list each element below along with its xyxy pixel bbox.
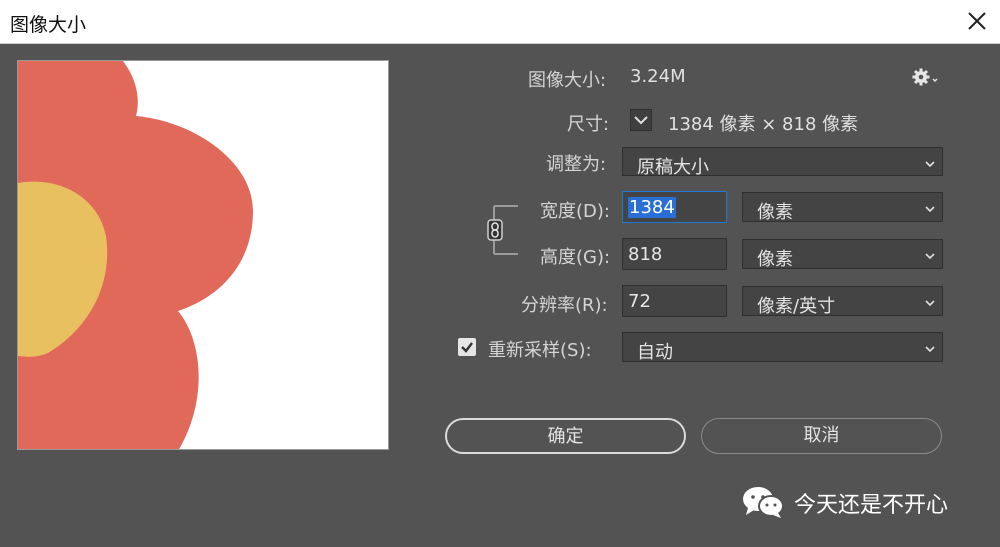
chevron-down-icon xyxy=(925,300,935,307)
gear-icon[interactable] xyxy=(912,67,940,87)
dimensions-value: 1384 像素 × 818 像素 xyxy=(668,114,859,135)
close-icon[interactable] xyxy=(962,6,992,36)
image-size-label: 图像大小: xyxy=(528,70,607,91)
width-value: 1384 xyxy=(628,197,676,218)
resample-value: 自动 xyxy=(637,342,673,363)
chevron-down-icon xyxy=(925,161,935,168)
height-input[interactable]: 818 xyxy=(622,238,727,270)
dimensions-label: 尺寸: xyxy=(567,114,610,135)
height-unit: 像素 xyxy=(757,249,793,270)
image-size-value: 3.24M xyxy=(630,66,686,87)
chevron-down-icon xyxy=(634,116,648,125)
wechat-icon xyxy=(740,484,788,520)
width-label: 宽度(D): xyxy=(540,201,610,222)
chevron-down-icon xyxy=(925,206,935,213)
height-label: 高度(G): xyxy=(540,247,611,268)
chevron-down-icon xyxy=(925,253,935,260)
resample-select[interactable]: 自动 xyxy=(622,332,943,363)
chevron-down-icon xyxy=(925,346,935,353)
window-title: 图像大小 xyxy=(10,14,87,36)
constrain-proportions-link[interactable] xyxy=(484,200,520,260)
checkmark-icon xyxy=(461,342,473,353)
ok-button[interactable]: 确定 xyxy=(445,418,686,454)
height-value: 818 xyxy=(628,244,663,265)
height-unit-select[interactable]: 像素 xyxy=(742,239,943,270)
cancel-button[interactable]: 取消 xyxy=(701,418,942,454)
resample-label: 重新采样(S): xyxy=(488,340,592,361)
resolution-value: 72 xyxy=(628,291,651,312)
fit-to-select[interactable]: 原稿大小 xyxy=(622,147,943,178)
resolution-unit: 像素/英寸 xyxy=(757,296,836,317)
fit-to-label: 调整为: xyxy=(546,154,607,175)
title-bar: 图像大小 xyxy=(0,0,1000,44)
dimensions-dropdown[interactable] xyxy=(630,109,652,131)
width-input[interactable]: 1384 xyxy=(622,191,727,223)
watermark-text: 今天还是不开心 xyxy=(794,493,949,518)
resolution-input[interactable]: 72 xyxy=(622,285,727,317)
fit-to-value: 原稿大小 xyxy=(637,157,709,178)
resample-checkbox[interactable] xyxy=(458,338,476,356)
image-preview[interactable] xyxy=(17,60,389,450)
resolution-unit-select[interactable]: 像素/英寸 xyxy=(742,286,943,317)
width-unit: 像素 xyxy=(757,202,793,223)
width-unit-select[interactable]: 像素 xyxy=(742,192,943,223)
resolution-label: 分辨率(R): xyxy=(521,295,608,316)
